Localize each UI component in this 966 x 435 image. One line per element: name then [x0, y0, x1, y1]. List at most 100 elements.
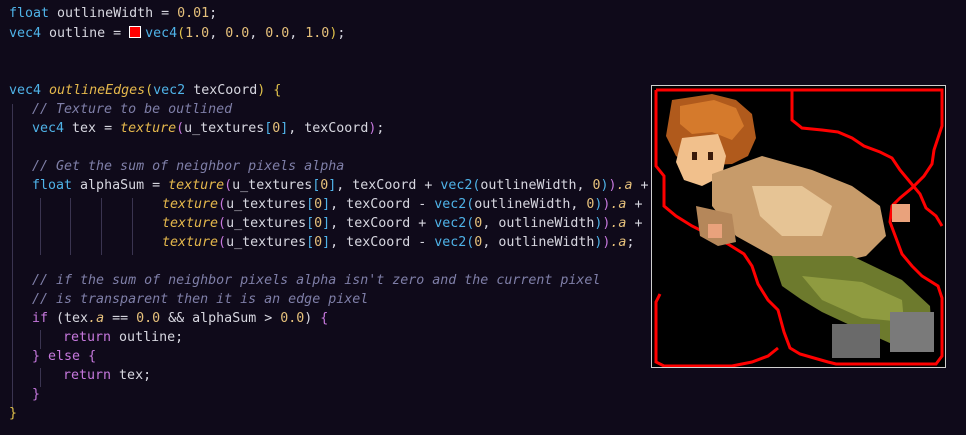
code-line-15: // if the sum of neighbor pixels alpha i…: [32, 271, 600, 290]
code-token: 0.0: [265, 26, 290, 41]
code-line-9: // Get the sum of neighbor pixels alpha: [32, 157, 344, 176]
code-token: +: [626, 216, 643, 231]
indent-guide: [12, 104, 13, 409]
code-token: (: [176, 121, 185, 136]
code-token: }: [32, 349, 41, 364]
code-token: 0: [314, 197, 323, 212]
code-token: ,: [249, 26, 266, 41]
code-line-1: float outlineWidth = 0.01;: [9, 4, 217, 23]
code-token: outline;: [111, 330, 184, 345]
code-token: .a: [610, 235, 627, 250]
code-token: texture: [162, 216, 219, 231]
code-token: 0.0: [225, 26, 250, 41]
code-token: return: [63, 368, 112, 383]
code-token: , texCoord +: [336, 178, 441, 193]
code-line-17: if (tex.a == 0.0 && alphaSum > 0.0) {: [32, 309, 328, 328]
code-token: u_textures: [226, 197, 307, 212]
code-token: [: [306, 216, 315, 231]
code-token: ): [600, 178, 609, 193]
code-token: ): [304, 311, 321, 326]
indent-guide: [101, 198, 102, 255]
code-comment: // Get the sum of neighbor pixels alpha: [32, 159, 345, 174]
code-token: u_textures: [232, 178, 313, 193]
pixel-art-character-sprite-icon: [652, 86, 945, 367]
code-token: texture: [162, 197, 219, 212]
code-token: vec2: [434, 216, 467, 231]
code-token: ]: [322, 235, 331, 250]
code-token: vec4: [145, 26, 178, 41]
code-token: ]: [322, 216, 331, 231]
code-token: 0: [314, 216, 323, 231]
code-token: , texCoord +: [330, 216, 435, 231]
code-comment: // if the sum of neighbor pixels alpha i…: [32, 273, 601, 288]
code-token: 0.0: [136, 311, 161, 326]
code-token: ): [608, 178, 617, 193]
code-token: ,: [209, 26, 226, 41]
code-token: u_textures: [184, 121, 265, 136]
code-token: outlineWidth,: [480, 178, 593, 193]
code-token: .a: [616, 178, 633, 193]
code-token: 0: [314, 235, 323, 250]
code-line-5: vec4 outlineEdges(vec2 texCoord) {: [9, 81, 281, 100]
code-comment: // Texture to be outlined: [32, 102, 233, 117]
code-token: alphaSum =: [80, 178, 169, 193]
code-line-10: float alphaSum = texture(u_textures[0], …: [32, 176, 649, 195]
code-token: 1.0: [185, 26, 210, 41]
code-token: vec4: [9, 26, 42, 41]
code-token: tex: [64, 311, 89, 326]
code-token: tex =: [72, 121, 121, 136]
code-token: texture: [120, 121, 177, 136]
code-comment: // is transparent then it is an edge pix…: [32, 292, 369, 307]
code-token: {: [88, 349, 97, 364]
code-token: ]: [322, 197, 331, 212]
code-line-19: } else {: [32, 347, 96, 366]
code-line-7: vec4 tex = texture(u_textures[0], texCoo…: [32, 119, 384, 138]
color-swatch-icon[interactable]: [129, 26, 142, 38]
code-token: outlineEdges: [49, 83, 146, 98]
code-token: ==: [104, 311, 137, 326]
code-token: (: [224, 178, 233, 193]
code-token: ;: [337, 26, 346, 41]
code-token: ;: [209, 6, 218, 21]
code-token: , outlineWidth: [482, 235, 595, 250]
code-token: float: [32, 178, 73, 193]
code-token: {: [320, 311, 329, 326]
code-token: +: [632, 178, 649, 193]
code-token: ;: [376, 121, 385, 136]
code-token: vec2: [434, 235, 467, 250]
code-token: , outlineWidth: [482, 216, 595, 231]
code-token: texCoord: [193, 83, 258, 98]
code-token: u_textures: [226, 216, 307, 231]
code-token: outlineWidth,: [474, 197, 587, 212]
code-line-20: return tex;: [63, 366, 151, 385]
code-token: , texCoord -: [330, 197, 435, 212]
code-token: else: [48, 349, 81, 364]
code-token: , texCoord -: [330, 235, 435, 250]
code-token: {: [273, 83, 282, 98]
indent-guide: [40, 368, 41, 387]
code-token: .a: [88, 311, 105, 326]
code-token: && alphaSum >: [160, 311, 281, 326]
code-token: , texCoord: [288, 121, 369, 136]
code-token: [: [306, 197, 315, 212]
code-line-6: // Texture to be outlined: [32, 100, 232, 119]
code-token: texture: [162, 235, 219, 250]
code-token: return: [63, 330, 112, 345]
code-line-11: texture(u_textures[0], texCoord - vec2(o…: [162, 195, 642, 214]
code-token: vec2: [153, 83, 186, 98]
code-line-12: texture(u_textures[0], texCoord + vec2(0…: [162, 214, 642, 233]
indent-guide: [132, 198, 133, 255]
code-token: vec2: [434, 197, 467, 212]
code-token: vec4: [9, 83, 42, 98]
code-token: [: [306, 235, 315, 250]
code-token: texture: [168, 178, 225, 193]
code-token: (: [145, 83, 154, 98]
code-token: ;: [626, 235, 635, 250]
indent-guide: [40, 198, 41, 255]
code-editor[interactable]: float outlineWidth = 0.01; vec4 outline …: [0, 0, 966, 435]
code-token: vec4: [32, 121, 65, 136]
indent-guide: [70, 198, 71, 255]
code-line-18: return outline;: [63, 328, 183, 347]
code-token: if: [32, 311, 49, 326]
code-token: (: [48, 311, 65, 326]
